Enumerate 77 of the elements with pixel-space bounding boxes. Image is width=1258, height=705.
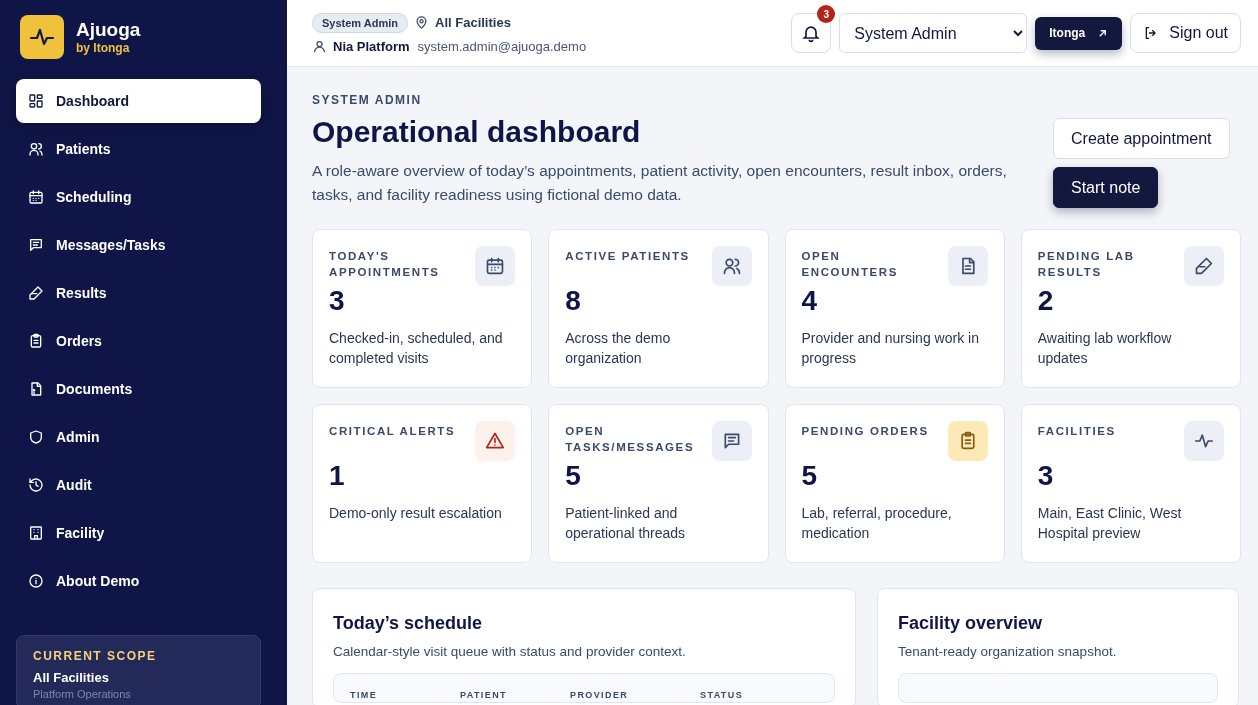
scope-value: All Facilities bbox=[33, 670, 110, 685]
stat-value: 1 bbox=[329, 459, 346, 493]
building-icon bbox=[28, 525, 44, 541]
stat-label: PENDING LAB RESULTS bbox=[1037, 249, 1136, 280]
nav-item[interactable]: Orders bbox=[16, 319, 261, 363]
stat-note: Across the demo organization bbox=[565, 329, 672, 368]
nav-item[interactable]: Audit bbox=[16, 463, 261, 507]
bell-icon bbox=[801, 23, 822, 43]
clipboard-icon bbox=[28, 333, 44, 349]
stat-label: PENDING ORDERS bbox=[801, 424, 929, 439]
file-icon bbox=[28, 381, 44, 397]
stat-value: 3 bbox=[1037, 459, 1055, 493]
message-icon bbox=[28, 237, 44, 253]
stat-label: OPEN TASKS/MESSAGES bbox=[565, 424, 696, 455]
column-header: STATUS bbox=[700, 690, 745, 700]
nav-item[interactable]: Admin bbox=[16, 415, 261, 459]
stat-note: Main, East Clinic, West Hospital preview bbox=[1037, 504, 1183, 543]
stat-value: 3 bbox=[329, 284, 346, 318]
brand-name: Ajuoga bbox=[76, 19, 141, 41]
role-select[interactable]: System Admin bbox=[839, 13, 1028, 53]
stat-note: Patient-linked and operational threads bbox=[565, 504, 687, 543]
user-name: Nia Platform bbox=[333, 38, 410, 54]
itonga-button[interactable]: Itonga bbox=[1035, 16, 1123, 50]
scope-detail: Platform Operations bbox=[33, 688, 132, 700]
nav-item[interactable]: Dashboard bbox=[16, 79, 261, 123]
stat-note: Checked-in, scheduled, and completed visits bbox=[329, 329, 504, 368]
nav-item[interactable]: Facility bbox=[16, 511, 261, 555]
column-header: TIME bbox=[350, 690, 379, 700]
notification-count: 3 bbox=[817, 5, 836, 23]
nav-item[interactable]: About Demo bbox=[16, 559, 261, 603]
stat-value: 2 bbox=[1037, 284, 1055, 318]
nav-item[interactable]: Messages/Tasks bbox=[16, 223, 261, 267]
external-link-icon bbox=[1097, 27, 1109, 39]
panel-title: Facility overview bbox=[898, 613, 1044, 634]
location-pin-icon bbox=[414, 15, 429, 30]
stat-label: OPEN ENCOUNTERS bbox=[801, 249, 899, 280]
page-eyebrow: SYSTEM ADMIN bbox=[312, 93, 422, 107]
panel-subtitle: Calendar-style visit queue with status and provider context. bbox=[333, 644, 687, 659]
sign-out-button[interactable]: Sign out bbox=[1130, 13, 1241, 53]
start-note-button[interactable]: Start note bbox=[1053, 167, 1159, 208]
stat-note: Provider and nursing work in progress bbox=[801, 329, 980, 368]
page-description: A role-aware overview of today’s appointments, patient activity, open encounters, result inbox, orders, tasks, and facility readiness using fictional demo data. bbox=[312, 161, 1008, 205]
column-header: PROVIDER bbox=[570, 690, 630, 700]
logo-icon bbox=[20, 15, 64, 59]
nav-item[interactable]: Patients bbox=[16, 127, 261, 171]
info-icon bbox=[28, 573, 44, 589]
stat-note: Awaiting lab workflow updates bbox=[1037, 329, 1173, 368]
stat-value: 5 bbox=[565, 459, 582, 493]
calendar-icon bbox=[28, 189, 44, 205]
panel-subtitle: Tenant-ready organization snapshot. bbox=[898, 644, 1118, 659]
brand-tagline: by Itonga bbox=[76, 41, 131, 55]
stat-label: FACILITIES bbox=[1037, 424, 1116, 439]
user-icon bbox=[312, 38, 327, 54]
create-appointment-button[interactable]: Create appointment bbox=[1053, 118, 1230, 159]
user-email: system.admin@ajuoga.demo bbox=[417, 38, 587, 54]
stat-value: 4 bbox=[801, 284, 819, 318]
pencil-icon bbox=[28, 285, 44, 301]
users-icon bbox=[28, 141, 44, 157]
stat-label: ACTIVE PATIENTS bbox=[565, 249, 690, 264]
stat-value: 5 bbox=[801, 459, 819, 493]
nav-item[interactable]: Documents bbox=[16, 367, 261, 411]
nav-item[interactable]: Scheduling bbox=[16, 175, 261, 219]
stat-note: Demo-only result escalation bbox=[329, 504, 503, 523]
panel-title: Today’s schedule bbox=[333, 613, 484, 634]
scope-heading: CURRENT SCOPE bbox=[33, 649, 158, 663]
facility-label: All Facilities bbox=[435, 15, 511, 30]
nav-item[interactable]: Results bbox=[16, 271, 261, 315]
stat-label: CRITICAL ALERTS bbox=[329, 424, 456, 439]
column-header: PATIENT bbox=[460, 690, 508, 700]
dashboard-icon bbox=[28, 93, 44, 109]
history-icon bbox=[28, 477, 44, 493]
stat-value: 8 bbox=[565, 284, 582, 318]
role-badge: System Admin bbox=[312, 12, 408, 33]
page-title: Operational dashboard bbox=[312, 115, 641, 149]
stat-note: Lab, referral, procedure, medication bbox=[801, 504, 953, 543]
shield-icon bbox=[28, 429, 44, 445]
stat-label: TODAY'S APPOINTMENTS bbox=[329, 249, 441, 280]
